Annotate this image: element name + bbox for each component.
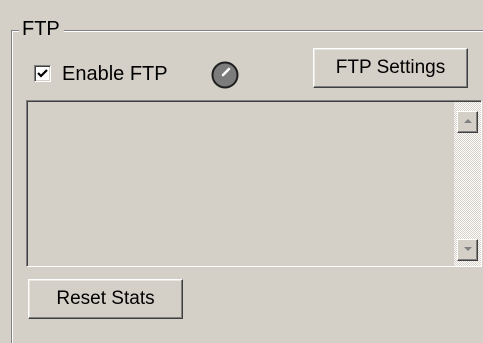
- ftp-group-title: FTP: [19, 17, 64, 41]
- ftp-settings-button[interactable]: FTP Settings: [313, 48, 468, 88]
- scroll-up-button[interactable]: [457, 111, 478, 133]
- scroll-down-button[interactable]: [457, 239, 478, 261]
- ftp-log-panel[interactable]: [26, 100, 482, 267]
- enable-ftp-checkbox[interactable]: [34, 65, 51, 82]
- arrow-up-icon: [464, 119, 472, 123]
- log-scrollbar[interactable]: [454, 102, 481, 266]
- enable-ftp-label[interactable]: Enable FTP: [62, 61, 168, 87]
- checkmark-icon: [37, 69, 48, 78]
- arrow-down-icon: [464, 247, 472, 251]
- status-led-icon: [211, 61, 239, 89]
- reset-stats-button[interactable]: Reset Stats: [28, 279, 183, 319]
